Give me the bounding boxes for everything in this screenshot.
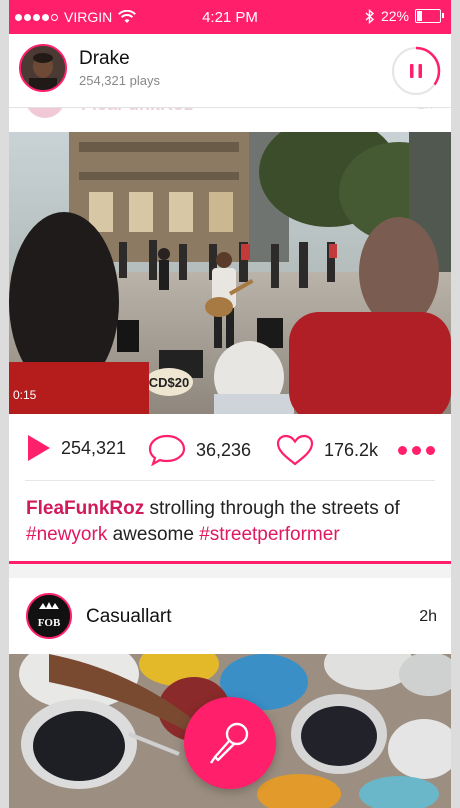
bluetooth-icon	[365, 8, 375, 24]
phone-screen: VIRGIN 4:21 PM 22% Drake 254,321 plays C…	[9, 0, 451, 808]
comment-count-value: 36,236	[196, 439, 252, 460]
post-separator	[9, 561, 451, 564]
pause-icon[interactable]	[391, 46, 441, 96]
caption-text-2: awesome	[107, 524, 200, 545]
post-caption: FleaFunkRoz strolling through the street…	[26, 496, 436, 548]
post-actions: 254,321 36,236 176.2k	[9, 414, 451, 480]
battery-percent: 22%	[380, 8, 409, 24]
street-performer-image: CD$20	[9, 132, 451, 414]
comment-count[interactable]: 36,236	[148, 434, 251, 466]
caption-username[interactable]: FleaFunkRoz	[26, 498, 144, 519]
post-card: FleaFunkRoz 2h	[9, 94, 451, 564]
like-count-value: 176.2k	[324, 439, 379, 460]
heart-icon	[276, 434, 314, 466]
user-avatar[interactable]: FOB	[26, 593, 72, 639]
post-username[interactable]: Casuallart	[86, 606, 172, 628]
artist-avatar[interactable]	[19, 44, 67, 92]
comment-icon	[148, 434, 186, 466]
now-playing-bar[interactable]: Drake 254,321 plays	[9, 34, 451, 108]
post-video[interactable]: CD$20 0:15	[9, 132, 451, 414]
play-count-value: 254,321	[61, 437, 127, 458]
microphone-icon	[210, 722, 249, 764]
busker-sign: CD$20	[149, 375, 189, 390]
status-bar: VIRGIN 4:21 PM 22%	[9, 0, 451, 34]
video-timestamp: 0:15	[13, 388, 37, 402]
like-count[interactable]: 176.2k	[276, 434, 378, 466]
hashtag-streetperformer[interactable]: #streetperformer	[199, 524, 339, 545]
record-mic-button[interactable]	[184, 697, 276, 789]
battery-icon	[415, 9, 444, 23]
now-playing-title: Drake	[79, 48, 130, 69]
post-time: 2h	[419, 608, 437, 625]
caption-text-1: strolling through the streets of	[144, 498, 400, 519]
play-icon	[28, 435, 50, 461]
hashtag-newyork[interactable]: #newyork	[26, 524, 107, 545]
more-options-icon[interactable]	[398, 446, 435, 455]
status-right: 22%	[365, 8, 444, 24]
actions-divider	[25, 480, 435, 481]
play-count[interactable]: 254,321	[27, 434, 126, 462]
now-playing-plays: 254,321 plays	[79, 73, 160, 88]
avatar-lettering: FOB	[38, 617, 61, 629]
